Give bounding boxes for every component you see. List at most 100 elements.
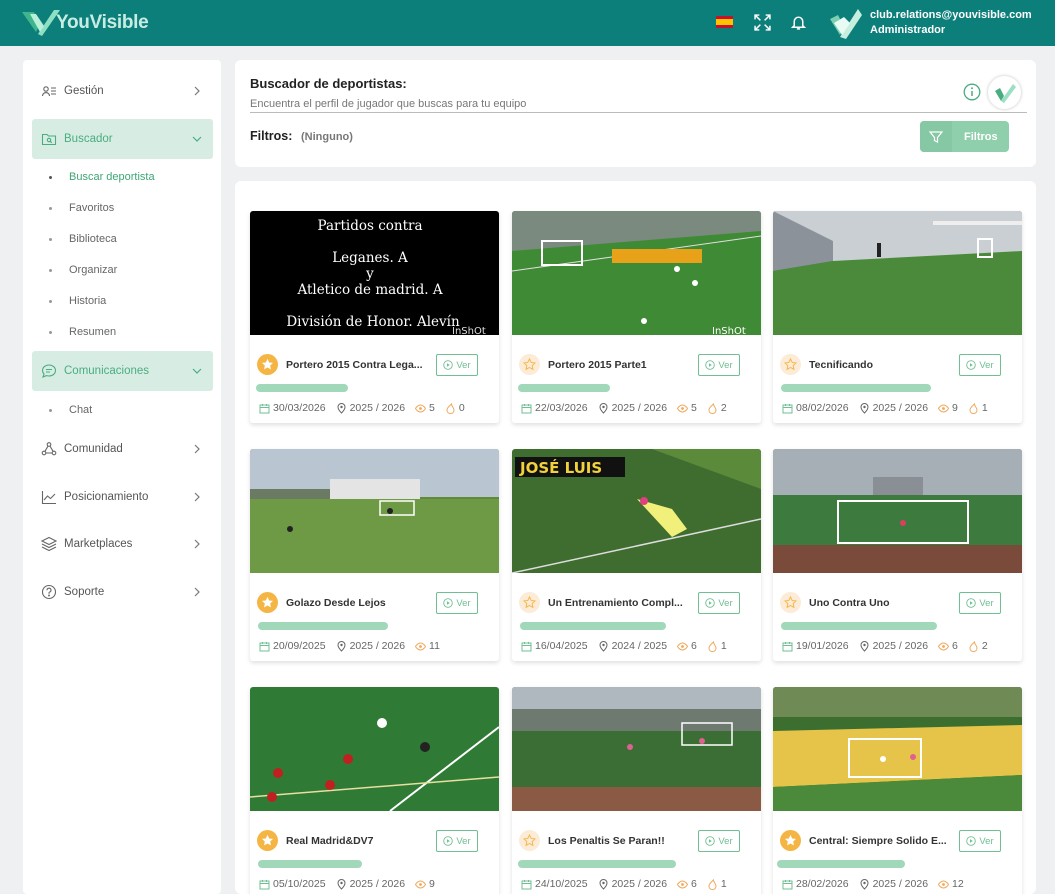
user-role: Administrador [870, 24, 946, 36]
card-season: 2025 / 2026 [872, 640, 929, 652]
card-title: Uno Contra Uno [809, 597, 890, 609]
video-thumbnail[interactable] [773, 211, 1022, 335]
ver-button[interactable]: Ver [436, 354, 478, 376]
calendar-icon [782, 641, 793, 651]
avatar [830, 9, 862, 39]
sidebar-item-soporte[interactable]: Soporte [32, 572, 213, 612]
search-panel: Buscador de deportistas: Encuentra el pe… [235, 60, 1036, 167]
fullscreen-icon[interactable] [753, 13, 771, 31]
card-title: Central: Siempre Solido E... [809, 835, 947, 847]
overlay-line: Partidos contra [317, 218, 422, 234]
sidebar-item-buscador[interactable]: Buscador [32, 119, 213, 159]
filters-button[interactable]: Filtros [920, 121, 1009, 152]
calendar-icon [259, 403, 270, 413]
user-email: club.relations@youvisible.com [870, 9, 1032, 21]
eye-icon [415, 641, 427, 651]
card-views: 9 [429, 878, 435, 890]
sidebar-item-gestion[interactable]: Gestión [32, 71, 213, 111]
sidebar-subitem-buscar-deportista[interactable]: Buscar deportista [49, 167, 155, 187]
location-pin-icon [599, 402, 608, 414]
video-card[interactable]: Los Penaltis Se Paran!! Ver 24/10/2025 2… [512, 687, 761, 894]
video-thumbnail[interactable] [250, 449, 499, 573]
sidebar-item-label: Gestión [64, 85, 104, 97]
user-menu[interactable]: club.relations@youvisible.com Administra… [828, 5, 1032, 41]
sidebar-item-label: Soporte [64, 586, 105, 598]
favorite-star-icon[interactable] [519, 354, 540, 375]
ver-button[interactable]: Ver [698, 830, 740, 852]
ver-button[interactable]: Ver [436, 592, 478, 614]
favorite-star-icon[interactable] [780, 592, 801, 613]
youvisible-badge-icon[interactable] [988, 76, 1021, 109]
eye-icon [677, 403, 689, 413]
location-pin-icon [860, 878, 869, 890]
card-title: Tecnificando [809, 359, 873, 371]
card-views: 12 [952, 878, 964, 890]
video-card[interactable]: InShOt Portero 2015 Parte1 Ver 22/03/202… [512, 211, 761, 423]
help-circle-icon [40, 583, 58, 601]
video-card[interactable]: Uno Contra Uno Ver 19/01/2026 2025 / 202… [773, 449, 1022, 661]
favorite-star-icon[interactable] [519, 592, 540, 613]
bell-icon[interactable] [789, 13, 807, 31]
favorite-star-icon[interactable] [257, 830, 278, 851]
video-thumbnail[interactable]: Partidos contra Leganes. A y Atletico de… [250, 211, 499, 335]
chevron-right-icon [194, 492, 200, 502]
ver-button[interactable]: Ver [436, 830, 478, 852]
info-icon[interactable] [963, 83, 981, 101]
sidebar-item-marketplaces[interactable]: Marketplaces [32, 524, 213, 564]
sidebar-subitem-resumen[interactable]: Resumen [49, 322, 116, 342]
blurred-player-name [781, 622, 937, 630]
card-date: 28/02/2026 [796, 878, 849, 890]
eye-icon [938, 879, 950, 889]
blurred-player-name [258, 860, 362, 868]
ver-button[interactable]: Ver [698, 592, 740, 614]
favorite-star-icon[interactable] [519, 830, 540, 851]
sidebar-subitem-historia[interactable]: Historia [49, 291, 106, 311]
card-date: 16/04/2025 [535, 640, 588, 652]
overlay-line: Atletico de madrid. A [296, 282, 442, 298]
eye-icon [415, 879, 427, 889]
video-thumbnail[interactable]: InShOt [512, 211, 761, 335]
video-thumbnail[interactable] [250, 687, 499, 811]
video-thumbnail[interactable] [512, 687, 761, 811]
ver-button[interactable]: Ver [959, 830, 1001, 852]
video-card[interactable]: Real Madrid&DV7 Ver 05/10/2025 2025 / 20… [250, 687, 499, 894]
app-logo[interactable]: YouVisible [20, 8, 149, 38]
card-date: 19/01/2026 [796, 640, 849, 652]
video-card[interactable]: Partidos contra Leganes. A y Atletico de… [250, 211, 499, 423]
sidebar-item-comunicaciones[interactable]: Comunicaciones [32, 351, 213, 391]
sidebar-subitem-biblioteca[interactable]: Biblioteca [49, 229, 117, 249]
flame-icon [969, 402, 978, 414]
overlay-line: División de Honor. Alevín [286, 314, 460, 330]
eye-icon [677, 641, 689, 651]
ver-button[interactable]: Ver [959, 354, 1001, 376]
card-season: 2025 / 2026 [611, 878, 668, 890]
favorite-star-icon[interactable] [780, 354, 801, 375]
sidebar-item-posicionamiento[interactable]: Posicionamiento [32, 477, 213, 517]
video-thumbnail[interactable] [773, 449, 1022, 573]
sidebar-subitem-organizar[interactable]: Organizar [49, 260, 117, 280]
favorite-star-icon[interactable] [257, 592, 278, 613]
card-views: 5 [691, 402, 697, 414]
spain-flag-icon[interactable] [716, 16, 733, 28]
video-card[interactable]: Golazo Desde Lejos Ver 20/09/2025 2025 /… [250, 449, 499, 661]
video-card[interactable]: JOSÉ LUIS Un Entrenamiento Compl... Ver … [512, 449, 761, 661]
chat-bubble-icon [40, 362, 58, 380]
video-card[interactable]: Central: Siempre Solido E... Ver 28/02/2… [773, 687, 1022, 894]
sidebar-item-label: Posicionamiento [64, 491, 149, 503]
card-likes: 2 [981, 640, 988, 652]
sidebar-subitem-favoritos[interactable]: Favoritos [49, 198, 114, 218]
card-season: 2024 / 2025 [611, 640, 668, 652]
video-card[interactable]: Tecnificando Ver 08/02/2026 2025 / 2026 … [773, 211, 1022, 423]
ver-button[interactable]: Ver [698, 354, 740, 376]
sidebar-subitem-chat[interactable]: Chat [49, 400, 92, 420]
ver-button[interactable]: Ver [959, 592, 1001, 614]
video-thumbnail[interactable]: JOSÉ LUIS [512, 449, 761, 573]
sidebar-item-comunidad[interactable]: Comunidad [32, 429, 213, 469]
subitem-label: Historia [69, 295, 107, 307]
video-thumbnail[interactable] [773, 687, 1022, 811]
subitem-label: Buscar deportista [69, 171, 155, 183]
favorite-star-icon[interactable] [257, 354, 278, 375]
favorite-star-icon[interactable] [780, 830, 801, 851]
blurred-player-name [781, 384, 931, 392]
play-circle-icon [966, 598, 977, 608]
